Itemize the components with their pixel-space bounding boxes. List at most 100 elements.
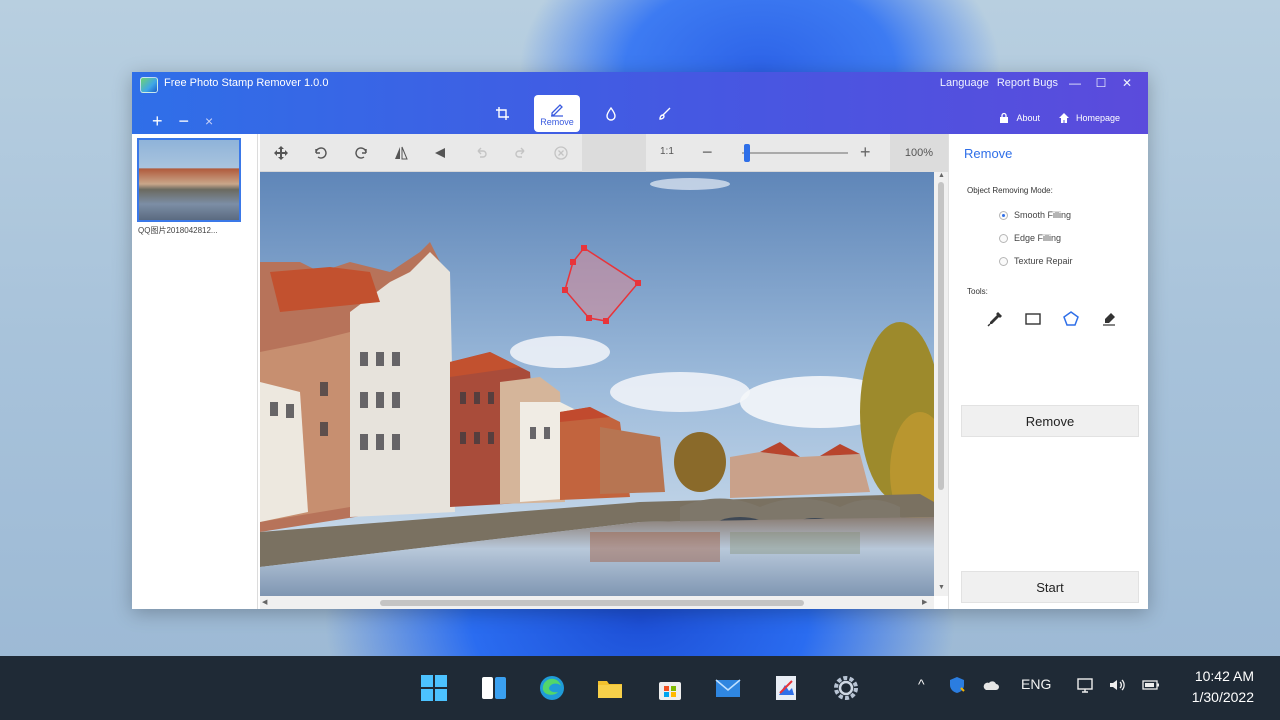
undo-icon (477, 147, 487, 158)
actual-size-button[interactable]: 1:1 (660, 146, 674, 157)
mail-icon (715, 679, 741, 697)
widgets-button[interactable] (476, 670, 512, 706)
cancel-circle-icon (554, 146, 568, 160)
zoom-slider-track[interactable] (742, 152, 848, 154)
battery-icon (1142, 680, 1159, 690)
tab-remove-label: Remove (540, 116, 574, 127)
undo-button[interactable] (466, 138, 496, 168)
canal-photo (260, 172, 934, 596)
file-explorer-button[interactable] (592, 670, 628, 706)
photo-canvas[interactable] (260, 172, 934, 596)
remove-button[interactable]: Remove (961, 405, 1139, 437)
scroll-right-arrow[interactable]: ▶ (922, 598, 927, 606)
flip-horizontal-icon (395, 146, 408, 160)
app-title: Free Photo Stamp Remover 1.0.0 (164, 77, 329, 89)
mail-button[interactable] (710, 670, 746, 706)
cloud-icon (983, 681, 999, 690)
tab-remove[interactable]: Remove (534, 95, 580, 132)
droplet-icon (606, 106, 616, 121)
panel-title: Remove (964, 146, 1013, 161)
clear-selection-button[interactable] (546, 138, 576, 168)
rotate-right-icon (355, 147, 367, 159)
zoom-slider-handle[interactable] (744, 144, 751, 162)
edge-browser-button[interactable] (534, 670, 570, 706)
radio-smooth-filling[interactable] (999, 210, 1008, 220)
flip-vertical-button[interactable] (426, 138, 456, 168)
taskbar-clock[interactable]: 10:42 AM 1/30/2022 (1192, 666, 1254, 708)
photo-stamp-remover-icon (776, 676, 796, 700)
brush-eraser-tool-button[interactable] (1099, 309, 1119, 329)
battery-tray-icon[interactable] (1142, 676, 1160, 694)
flip-horizontal-button[interactable] (386, 138, 416, 168)
rectangle-tool-button[interactable] (1023, 309, 1043, 329)
maximize-window-button[interactable]: ☐ (1092, 76, 1110, 90)
scroll-up-arrow[interactable]: ▲ (938, 172, 945, 179)
start-button[interactable]: Start (961, 571, 1139, 603)
scroll-down-arrow[interactable]: ▼ (938, 584, 945, 591)
rotate-right-button[interactable] (346, 138, 376, 168)
vertical-scroll-thumb[interactable] (938, 182, 944, 490)
network-tray-icon[interactable] (1076, 676, 1094, 694)
remove-settings-panel: Remove Object Removing Mode: Smooth Fill… (948, 134, 1148, 609)
input-language-indicator[interactable]: ENG (1021, 676, 1051, 692)
dropper-icon (987, 312, 1002, 327)
onedrive-tray-icon[interactable] (982, 676, 1000, 694)
rotate-left-button[interactable] (306, 138, 336, 168)
move-tool-button[interactable] (266, 138, 296, 168)
show-hidden-icons-button[interactable]: ^ (918, 676, 925, 692)
start-menu-button[interactable] (416, 670, 452, 706)
homepage-link[interactable]: Homepage (1058, 112, 1120, 124)
network-icon (1077, 678, 1093, 693)
smooth-filling-label: Smooth Filling (1014, 210, 1072, 220)
remove-file-button[interactable]: − (179, 112, 190, 130)
rectangle-icon (1025, 313, 1041, 325)
mode-smooth-filling[interactable]: Smooth Filling (999, 210, 1071, 220)
store-icon (659, 682, 681, 700)
scroll-left-arrow[interactable]: ◀ (262, 598, 267, 606)
edge-filling-label: Edge Filling (1014, 233, 1062, 243)
image-thumbnail[interactable] (137, 138, 241, 222)
about-label: About (1016, 113, 1040, 123)
radio-texture-repair[interactable] (999, 256, 1008, 266)
clock-date: 1/30/2022 (1191, 689, 1254, 705)
volume-tray-icon[interactable] (1108, 676, 1126, 694)
radio-edge-filling[interactable] (999, 233, 1008, 243)
redo-icon (515, 147, 525, 158)
canvas-area[interactable]: ▲ ▼ ◀ ▶ (260, 172, 948, 609)
gear-icon (834, 676, 858, 700)
widgets-icon (482, 677, 506, 699)
redo-button[interactable] (506, 138, 536, 168)
dropper-tool-button[interactable] (985, 309, 1005, 329)
defender-tray-icon[interactable] (948, 676, 966, 694)
crop-icon (496, 106, 509, 120)
zoom-in-button[interactable]: + (860, 142, 871, 163)
folder-icon (598, 681, 622, 698)
settings-button[interactable] (828, 670, 864, 706)
stamp-remover-app-button[interactable] (768, 670, 804, 706)
polygon-icon (1063, 311, 1079, 326)
vertical-scrollbar[interactable]: ▲ ▼ (934, 172, 948, 596)
tab-watermark[interactable] (588, 95, 634, 132)
tab-crop[interactable] (480, 95, 526, 132)
store-button[interactable] (652, 670, 688, 706)
add-file-button[interactable]: + (152, 112, 163, 130)
horizontal-scroll-thumb[interactable] (380, 600, 804, 606)
about-link[interactable]: About (998, 112, 1040, 124)
horizontal-scrollbar[interactable]: ◀ ▶ (260, 596, 934, 609)
tab-brush[interactable] (642, 95, 688, 132)
thumbnail-panel: QQ图片2018042812... (132, 134, 258, 609)
mode-tabs: Remove (480, 95, 688, 132)
home-icon (1058, 113, 1069, 123)
close-window-button[interactable]: ✕ (1118, 76, 1136, 90)
mode-edge-filling[interactable]: Edge Filling (999, 233, 1061, 243)
clear-files-button[interactable]: × (205, 112, 213, 130)
flip-vertical-icon (435, 148, 445, 158)
minimize-window-button[interactable]: — (1066, 76, 1084, 90)
polygon-tool-button[interactable] (1061, 309, 1081, 329)
zoom-out-button[interactable]: − (702, 142, 713, 163)
report-bugs-link[interactable]: Report Bugs (997, 77, 1058, 89)
eraser-pen-icon (551, 103, 563, 117)
edge-browser-icon (540, 676, 564, 700)
language-link[interactable]: Language (940, 77, 989, 89)
mode-texture-repair[interactable]: Texture Repair (999, 256, 1073, 266)
